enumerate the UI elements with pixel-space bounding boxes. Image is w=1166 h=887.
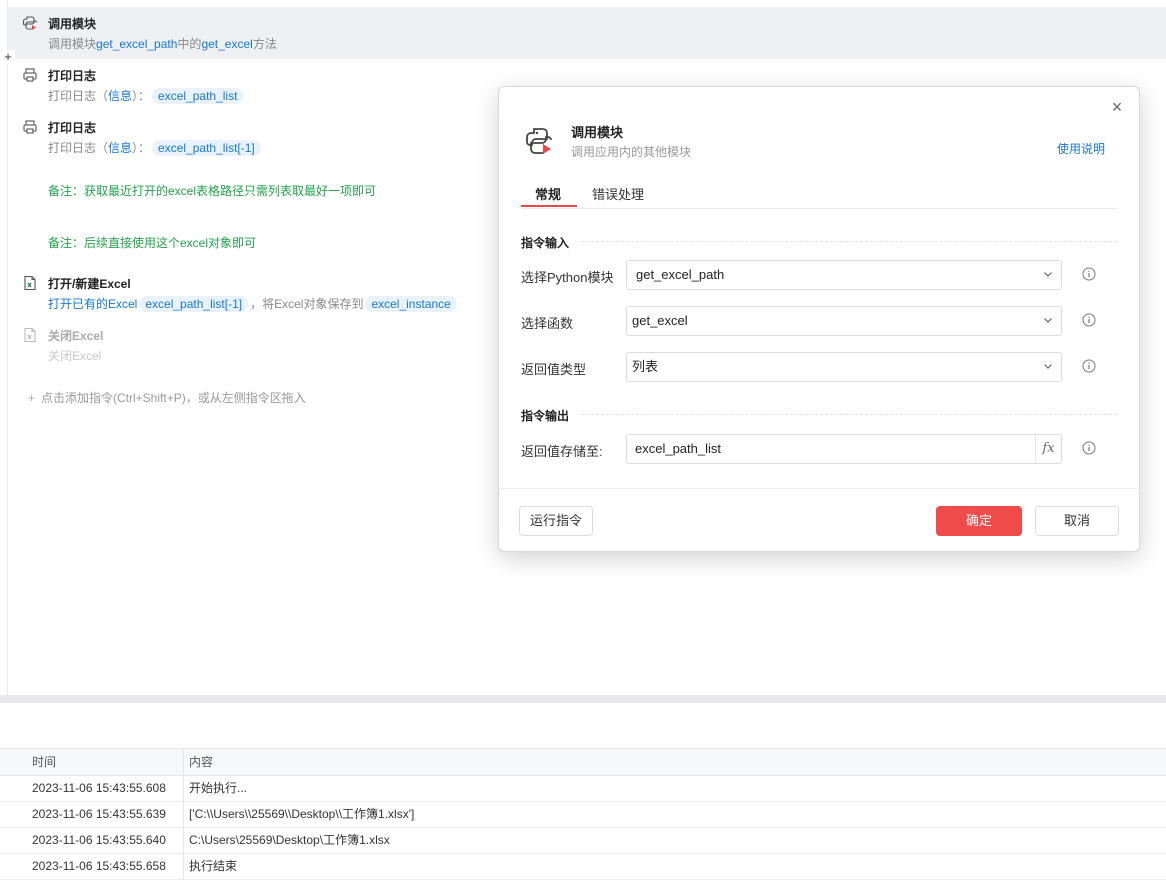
column-separator bbox=[183, 801, 184, 827]
step-call-module[interactable]: 调用模块 调用模块get_excel_path中的get_excel方法 bbox=[8, 7, 1166, 59]
tab-error-handling[interactable]: 错误处理 bbox=[592, 184, 644, 203]
comment-note[interactable]: 备注：后续直接使用这个excel对象即可 bbox=[48, 234, 256, 251]
step-description: 打印日志（信息）： excel_path_list[-1] bbox=[48, 139, 263, 156]
info-icon[interactable] bbox=[1082, 359, 1096, 373]
column-separator bbox=[183, 775, 184, 801]
module-label: 选择Python模块 bbox=[521, 270, 614, 285]
log-table-header: 时间 内容 bbox=[0, 748, 1166, 776]
function-label: 选择函数 bbox=[521, 316, 574, 331]
column-header-content[interactable]: 内容 bbox=[189, 749, 213, 775]
active-tab-indicator bbox=[521, 205, 577, 207]
cancel-button[interactable]: 取消 bbox=[1035, 506, 1119, 536]
info-icon[interactable] bbox=[1082, 313, 1096, 327]
footer-divider bbox=[499, 488, 1139, 489]
section-divider bbox=[581, 241, 1117, 242]
log-time: 2023-11-06 15:43:55.639 bbox=[32, 807, 166, 821]
step-title: 打开/新建Excel bbox=[48, 277, 131, 291]
chevron-down-icon bbox=[1044, 318, 1052, 323]
step-title: 打印日志 bbox=[48, 121, 97, 135]
variable-chip: excel_instance bbox=[365, 296, 457, 312]
log-time: 2023-11-06 15:43:55.658 bbox=[32, 859, 166, 873]
section-title-output: 指令输出 bbox=[521, 409, 570, 423]
save-to-label: 返回值存储至: bbox=[521, 444, 603, 459]
column-separator bbox=[183, 827, 184, 853]
select-value: get_excel bbox=[632, 313, 688, 328]
chevron-down-icon bbox=[1044, 272, 1052, 277]
variable-chip: excel_path_list[-1] bbox=[139, 296, 249, 312]
input-value: excel_path_list bbox=[635, 441, 721, 456]
python-module-icon bbox=[22, 15, 38, 31]
call-module-dialog: × 调用模块 调用应用内的其他模块 使用说明 常规 错误处理 指令输入 选择Py… bbox=[498, 86, 1140, 552]
chevron-down-icon bbox=[1044, 364, 1052, 369]
step-title: 关闭Excel bbox=[48, 329, 104, 343]
column-header-time[interactable]: 时间 bbox=[32, 749, 56, 775]
step-title: 调用模块 bbox=[48, 17, 97, 31]
comment-note[interactable]: 备注：获取最近打开的excel表格路径只需列表取最好一项即可 bbox=[48, 182, 376, 199]
log-panel: 时间 内容 2023-11-06 15:43:55.608 开始执行... 20… bbox=[0, 703, 1166, 887]
excel-icon bbox=[22, 275, 38, 291]
run-instruction-button[interactable]: 运行指令 bbox=[519, 506, 593, 536]
table-row[interactable]: 2023-11-06 15:43:55.639 ['C:\\Users\\255… bbox=[0, 801, 1166, 828]
table-row[interactable]: 2023-11-06 15:43:55.658 执行结束 bbox=[0, 853, 1166, 880]
log-content: 开始执行... bbox=[189, 781, 248, 795]
log-content: 执行结束 bbox=[189, 859, 238, 873]
fx-icon[interactable]: fx bbox=[1035, 435, 1061, 463]
column-separator bbox=[183, 853, 184, 879]
step-description: 调用模块get_excel_path中的get_excel方法 bbox=[48, 37, 277, 51]
info-icon[interactable] bbox=[1082, 267, 1096, 281]
table-row[interactable]: 2023-11-06 15:43:55.640 C:\Users\25569\D… bbox=[0, 827, 1166, 854]
section-divider bbox=[581, 414, 1117, 415]
return-type-select[interactable]: 列表 bbox=[626, 352, 1062, 382]
help-link[interactable]: 使用说明 bbox=[1057, 140, 1105, 157]
section-title-input: 指令输入 bbox=[521, 236, 570, 250]
printer-icon bbox=[22, 67, 38, 83]
panel-splitter[interactable] bbox=[0, 695, 1166, 703]
select-value: 列表 bbox=[632, 359, 659, 374]
step-title: 打印日志 bbox=[48, 69, 97, 83]
select-value: get_excel_path bbox=[636, 267, 725, 282]
printer-icon bbox=[22, 119, 38, 135]
function-select[interactable]: get_excel bbox=[626, 306, 1062, 336]
plus-icon: + bbox=[28, 391, 36, 405]
step-description: 打印日志（信息）： excel_path_list bbox=[48, 87, 245, 104]
step-description: 关闭Excel bbox=[48, 349, 102, 363]
log-content: C:\Users\25569\Desktop\工作簿1.xlsx bbox=[189, 833, 390, 847]
dialog-subtitle: 调用应用内的其他模块 bbox=[571, 145, 692, 159]
dialog-tabs: 常规 错误处理 bbox=[521, 179, 1117, 209]
dialog-title: 调用模块 bbox=[571, 125, 624, 140]
log-time: 2023-11-06 15:43:55.608 bbox=[32, 781, 166, 795]
python-module-select[interactable]: get_excel_path bbox=[626, 260, 1062, 290]
confirm-button[interactable]: 确定 bbox=[936, 506, 1022, 536]
table-row[interactable]: 2023-11-06 15:43:55.608 开始执行... bbox=[0, 775, 1166, 802]
log-content: ['C:\\Users\\25569\\Desktop\\工作簿1.xlsx'] bbox=[189, 807, 415, 821]
return-type-label: 返回值类型 bbox=[521, 362, 587, 377]
log-time: 2023-11-06 15:43:55.640 bbox=[32, 833, 166, 847]
info-icon[interactable] bbox=[1082, 441, 1096, 455]
excel-close-icon bbox=[22, 327, 38, 343]
python-module-icon bbox=[523, 125, 555, 157]
column-separator bbox=[183, 749, 184, 775]
variable-chip: excel_path_list[-1] bbox=[152, 140, 261, 156]
add-instruction-hint[interactable]: + 点击添加指令(Ctrl+Shift+P)，或从左侧指令区拖入 bbox=[28, 389, 306, 406]
tab-general[interactable]: 常规 bbox=[535, 184, 561, 203]
variable-chip: excel_path_list bbox=[152, 88, 244, 104]
step-description: 打开已有的Excel excel_path_list[-1] ，将Excel对象保存… bbox=[48, 295, 459, 312]
return-value-variable-input[interactable]: excel_path_list fx bbox=[626, 434, 1062, 464]
close-icon[interactable]: × bbox=[1107, 97, 1127, 117]
